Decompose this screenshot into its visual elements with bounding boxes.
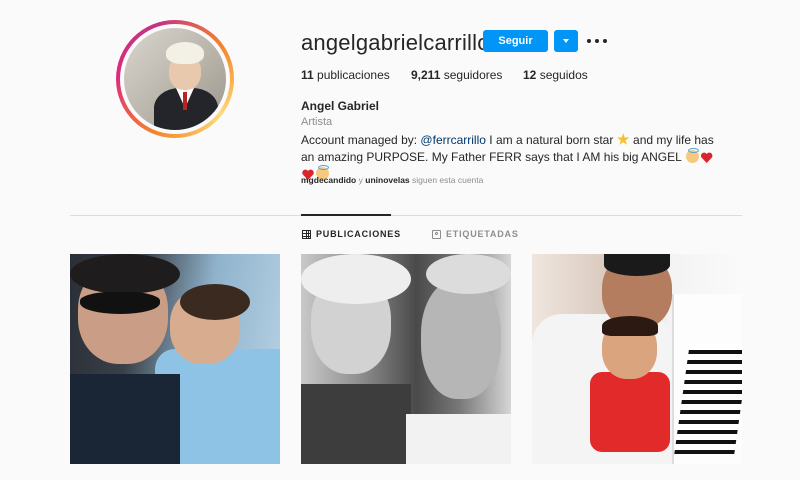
tab-posts[interactable]: PUBLICACIONES (302, 229, 401, 239)
follower-link[interactable]: mgdecandido (301, 175, 356, 185)
followed-by: mgdecandido y uninovelas siguen esta cue… (301, 175, 484, 185)
active-tab-indicator (301, 214, 391, 216)
tabs-divider (70, 215, 742, 216)
following-count[interactable]: 12 seguidos (523, 68, 588, 82)
suggested-dropdown-button[interactable] (554, 30, 578, 52)
avatar[interactable] (124, 28, 226, 130)
tag-icon (432, 229, 441, 239)
post-thumbnail[interactable] (301, 254, 511, 464)
full-name: Angel Gabriel (301, 99, 380, 113)
profile-avatar-ring[interactable] (116, 20, 234, 138)
grid-icon (302, 229, 311, 239)
more-options-icon[interactable] (587, 33, 607, 49)
follower-link[interactable]: uninovelas (365, 175, 409, 185)
username: angelgabrielcarrillo1 (301, 30, 503, 55)
follow-button[interactable]: Seguir (483, 30, 548, 52)
tab-tagged[interactable]: ETIQUETADAS (432, 229, 519, 239)
star-emoji (616, 133, 630, 145)
bio-mention-link[interactable]: @ferrcarrillo (420, 133, 486, 147)
chevron-down-icon (563, 39, 569, 43)
post-thumbnail[interactable] (532, 254, 742, 464)
heart-emoji (701, 152, 713, 163)
category-label: Artista (301, 116, 333, 128)
followers-count[interactable]: 9,211 seguidores (411, 68, 502, 82)
posts-count: 11 publicaciones (301, 68, 390, 82)
angel-emoji (685, 148, 699, 163)
post-thumbnail[interactable] (70, 254, 280, 464)
avatar-border (120, 24, 230, 134)
